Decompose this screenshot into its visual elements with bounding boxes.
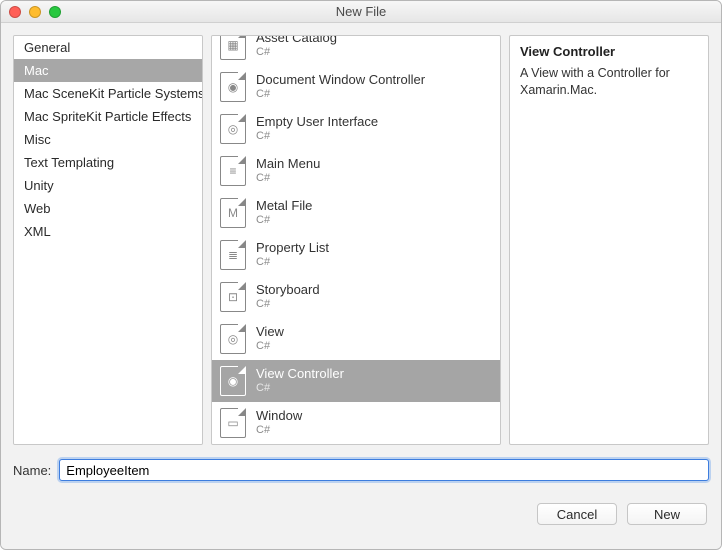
file-glyph-icon: ◉ <box>221 73 245 101</box>
file-icon: ≣ <box>220 240 246 270</box>
titlebar: New File <box>1 1 721 23</box>
file-icon: ◉ <box>220 72 246 102</box>
file-icon: M <box>220 198 246 228</box>
category-item[interactable]: Mac SpriteKit Particle Effects <box>14 105 202 128</box>
category-item[interactable]: Mac SceneKit Particle Systems <box>14 82 202 105</box>
category-item[interactable]: General <box>14 36 202 59</box>
category-item[interactable]: Misc <box>14 128 202 151</box>
file-glyph-icon: ▭ <box>221 409 245 437</box>
template-subtitle: C# <box>256 46 337 59</box>
template-item[interactable]: ▦ Asset CatalogC# <box>212 35 500 66</box>
template-name: Main Menu <box>256 157 320 172</box>
template-text: Document Window ControllerC# <box>256 73 425 101</box>
template-text: Asset CatalogC# <box>256 35 337 59</box>
file-icon: ◎ <box>220 114 246 144</box>
file-icon: ▭ <box>220 408 246 438</box>
template-text: WindowC# <box>256 409 302 437</box>
cancel-button[interactable]: Cancel <box>537 503 617 525</box>
file-icon: ≡ <box>220 156 246 186</box>
new-file-dialog: New File GeneralMacMac SceneKit Particle… <box>0 0 722 550</box>
template-name: View Controller <box>256 367 344 382</box>
template-item[interactable]: ⊡ StoryboardC# <box>212 276 500 318</box>
details-title: View Controller <box>520 44 698 59</box>
template-subtitle: C# <box>256 256 329 269</box>
template-subtitle: C# <box>256 172 320 185</box>
template-item[interactable]: ≣ Property ListC# <box>212 234 500 276</box>
template-subtitle: C# <box>256 130 378 143</box>
template-text: View ControllerC# <box>256 367 344 395</box>
category-list[interactable]: GeneralMacMac SceneKit Particle SystemsM… <box>13 35 203 445</box>
file-glyph-icon: ≣ <box>221 241 245 269</box>
template-text: StoryboardC# <box>256 283 320 311</box>
file-glyph-icon: ≡ <box>221 157 245 185</box>
template-name: View <box>256 325 284 340</box>
template-subtitle: C# <box>256 88 425 101</box>
name-row: Name: <box>1 445 721 485</box>
template-name: Storyboard <box>256 283 320 298</box>
file-glyph-icon: ◎ <box>221 325 245 353</box>
columns: GeneralMacMac SceneKit Particle SystemsM… <box>1 23 721 445</box>
template-text: ViewC# <box>256 325 284 353</box>
category-item[interactable]: XML <box>14 220 202 243</box>
file-icon: ⊡ <box>220 282 246 312</box>
file-glyph-icon: ⊡ <box>221 283 245 311</box>
template-name: Empty User Interface <box>256 115 378 130</box>
window-title: New File <box>1 4 721 19</box>
details-panel: View Controller A View with a Controller… <box>509 35 709 445</box>
template-item[interactable]: ◉ Document Window ControllerC# <box>212 66 500 108</box>
template-item[interactable]: ◎ ViewC# <box>212 318 500 360</box>
template-text: Empty User InterfaceC# <box>256 115 378 143</box>
template-text: Metal FileC# <box>256 199 312 227</box>
name-input[interactable] <box>59 459 709 481</box>
category-item[interactable]: Unity <box>14 174 202 197</box>
details-body: A View with a Controller for Xamarin.Mac… <box>520 65 698 99</box>
template-subtitle: C# <box>256 298 320 311</box>
template-text: Main MenuC# <box>256 157 320 185</box>
template-name: Window <box>256 409 302 424</box>
dialog-body: GeneralMacMac SceneKit Particle SystemsM… <box>1 23 721 549</box>
file-glyph-icon: M <box>221 199 245 227</box>
template-list[interactable]: ▦Asset CatalogC#◉Document Window Control… <box>211 35 501 445</box>
template-item[interactable]: ▭ WindowC# <box>212 402 500 444</box>
template-item[interactable]: ◎ Empty User InterfaceC# <box>212 108 500 150</box>
template-name: Asset Catalog <box>256 35 337 46</box>
file-icon: ◉ <box>220 366 246 396</box>
template-text: Property ListC# <box>256 241 329 269</box>
new-button[interactable]: New <box>627 503 707 525</box>
file-icon: ▦ <box>220 35 246 60</box>
template-item[interactable]: ◉ View ControllerC# <box>212 360 500 402</box>
template-subtitle: C# <box>256 214 312 227</box>
template-subtitle: C# <box>256 382 344 395</box>
file-glyph-icon: ◎ <box>221 115 245 143</box>
template-subtitle: C# <box>256 340 284 353</box>
category-item[interactable]: Text Templating <box>14 151 202 174</box>
footer: Cancel New <box>1 485 721 539</box>
template-name: Document Window Controller <box>256 73 425 88</box>
file-glyph-icon: ▦ <box>221 35 245 59</box>
template-subtitle: C# <box>256 424 302 437</box>
name-label: Name: <box>13 463 51 478</box>
file-glyph-icon: ◉ <box>221 367 245 395</box>
template-name: Metal File <box>256 199 312 214</box>
file-icon: ◎ <box>220 324 246 354</box>
template-item[interactable]: ≡ Main MenuC# <box>212 150 500 192</box>
category-item[interactable]: Web <box>14 197 202 220</box>
template-item[interactable]: M Metal FileC# <box>212 192 500 234</box>
category-item[interactable]: Mac <box>14 59 202 82</box>
template-name: Property List <box>256 241 329 256</box>
